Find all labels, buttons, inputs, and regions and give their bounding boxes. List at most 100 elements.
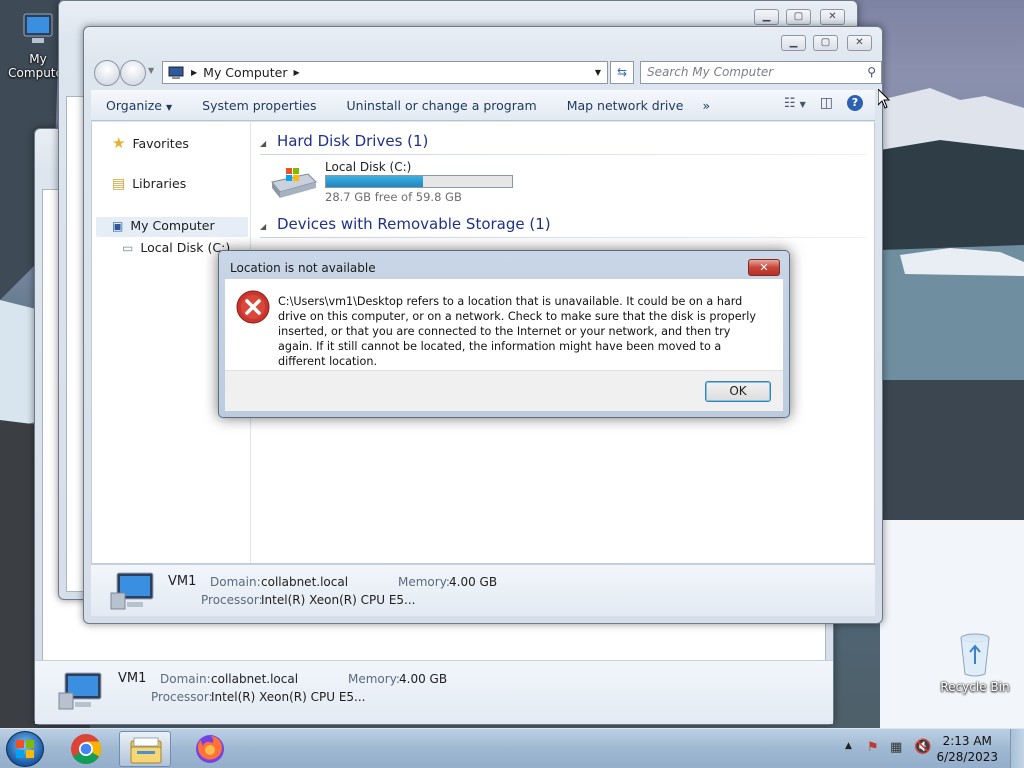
mouse-cursor xyxy=(878,89,890,109)
show-hidden-icons-icon[interactable]: ▲ xyxy=(845,741,852,751)
taskbar-firefox[interactable] xyxy=(184,731,236,767)
maximize-button[interactable]: ▢ xyxy=(786,9,811,25)
error-dialog[interactable]: Location is not available ✕ C:\Users\vm1… xyxy=(218,250,790,418)
error-icon xyxy=(236,290,270,324)
windows-logo-icon xyxy=(16,740,34,758)
dialog-close-button[interactable]: ✕ xyxy=(748,259,780,276)
hard-drive-icon: ▭ xyxy=(122,241,134,255)
drive-usage-bar xyxy=(325,175,513,188)
memory-label: Memory: xyxy=(398,575,450,589)
minimize-button[interactable]: ▁ xyxy=(781,35,806,51)
navigation-bar: ▼ ▶ My Computer ▶ ▼ ⇆ Search My Computer… xyxy=(92,60,882,86)
domain-value: collabnet.local xyxy=(211,672,299,686)
minimize-button[interactable]: ▁ xyxy=(754,9,779,25)
computer-icon xyxy=(58,672,102,710)
more-commands-button[interactable]: » xyxy=(698,98,714,113)
forward-button[interactable] xyxy=(120,60,146,86)
firefox-icon xyxy=(196,735,224,763)
libraries-icon: ▤ xyxy=(112,176,126,192)
view-options-icon[interactable]: ☷ ▼ xyxy=(784,96,806,111)
taskbar-explorer[interactable] xyxy=(119,731,171,767)
group-title: Devices with Removable Storage (1) xyxy=(276,215,551,233)
nav-label: Favorites xyxy=(132,136,189,151)
collapse-icon[interactable]: ◢ xyxy=(260,139,266,148)
dialog-body: C:\Users\vm1\Desktop refers to a locatio… xyxy=(225,279,783,370)
memory-value: 4.00 GB xyxy=(449,575,498,589)
drive-name: Local Disk (C:) xyxy=(325,160,412,174)
search-placeholder: Search My Computer xyxy=(647,65,774,79)
help-icon[interactable]: ? xyxy=(847,95,863,111)
nav-item-my-computer[interactable]: ▣ My Computer xyxy=(96,217,248,237)
system-properties-button[interactable]: System properties xyxy=(187,98,331,113)
nav-item-favorites[interactable]: ★ Favorites xyxy=(112,134,189,152)
dialog-title: Location is not available xyxy=(230,261,376,275)
start-button[interactable] xyxy=(6,731,44,767)
hard-drive-icon xyxy=(271,168,317,198)
group-header-hard-disk-drives[interactable]: ◢ Hard Disk Drives (1) xyxy=(260,132,866,155)
drive-item-local-disk[interactable]: Local Disk (C:) 28.7 GB free of 59.8 GB xyxy=(264,158,514,204)
breadcrumb-separator-icon[interactable]: ▶ xyxy=(293,68,299,77)
details-pane: VM1 Domain: collabnet.local Memory: 4.00… xyxy=(91,564,875,616)
group-divider xyxy=(260,154,866,155)
recent-pages-chevron-icon[interactable]: ▼ xyxy=(148,66,154,75)
computer-icon xyxy=(110,572,154,610)
organize-label: Organize xyxy=(106,97,162,113)
processor-value: Intel(R) Xeon(R) CPU E5... xyxy=(211,690,366,704)
domain-value: collabnet.local xyxy=(261,575,349,589)
uninstall-program-button[interactable]: Uninstall or change a program xyxy=(332,98,552,113)
nav-item-libraries[interactable]: ▤ Libraries xyxy=(112,176,186,192)
command-bar: Organize ▼ System properties Uninstall o… xyxy=(91,90,875,121)
volume-muted-icon[interactable]: 🔇 xyxy=(914,739,931,755)
action-center-flag-icon[interactable]: ⚑ xyxy=(867,740,879,755)
breadcrumb-separator-icon[interactable]: ▶ xyxy=(191,68,197,77)
ok-button[interactable]: OK xyxy=(705,381,771,402)
map-network-drive-button[interactable]: Map network drive xyxy=(552,98,699,113)
memory-value: 4.00 GB xyxy=(399,672,448,686)
taskbar: ▲ ⚑ ▦ 🔇 2:13 AM 6/28/2023 xyxy=(0,728,1024,768)
nav-label: Local Disk (C:) xyxy=(140,240,231,255)
refresh-button[interactable]: ⇆ xyxy=(610,61,634,84)
maximize-button[interactable]: ▢ xyxy=(813,35,838,51)
breadcrumb-my-computer[interactable]: My Computer xyxy=(203,65,287,80)
details-pane: VM1 Domain: collabnet.local Memory: 4.00… xyxy=(35,660,833,724)
group-divider xyxy=(260,237,866,238)
back-button[interactable] xyxy=(94,60,120,86)
nav-label: My Computer xyxy=(130,218,215,233)
memory-label: Memory: xyxy=(348,672,400,686)
drive-free-space: 28.7 GB free of 59.8 GB xyxy=(325,190,462,204)
close-icon: ✕ xyxy=(759,261,769,274)
computer-icon xyxy=(23,13,53,43)
star-icon: ★ xyxy=(112,134,126,152)
taskbar-chrome[interactable] xyxy=(60,731,112,767)
chevron-down-icon: ▼ xyxy=(165,102,173,112)
collapse-icon[interactable]: ◢ xyxy=(260,222,266,231)
group-header-removable-storage[interactable]: ◢ Devices with Removable Storage (1) xyxy=(260,215,866,238)
computer-name: VM1 xyxy=(118,671,147,686)
organize-button[interactable]: Organize ▼ xyxy=(91,98,187,113)
refresh-icon: ⇆ xyxy=(616,65,628,79)
show-desktop-button[interactable] xyxy=(1010,729,1024,768)
close-button[interactable]: ✕ xyxy=(847,35,872,51)
preview-pane-icon[interactable]: ◫ xyxy=(820,95,833,111)
address-bar[interactable]: ▶ My Computer ▶ ▼ xyxy=(162,61,608,84)
search-icon[interactable]: ⚲ xyxy=(867,62,876,83)
address-dropdown-icon[interactable]: ▼ xyxy=(595,68,601,77)
explorer-icon xyxy=(130,737,162,764)
group-title: Hard Disk Drives (1) xyxy=(276,132,429,150)
computer-icon: ▣ xyxy=(112,219,124,233)
dialog-message: C:\Users\vm1\Desktop refers to a locatio… xyxy=(278,295,756,368)
computer-name: VM1 xyxy=(168,574,197,589)
recycle-bin-icon xyxy=(960,633,990,677)
dialog-footer: OK xyxy=(225,370,783,411)
processor-label: Processor: xyxy=(151,690,213,704)
clock-date: 6/28/2023 xyxy=(936,750,998,764)
nav-label: Libraries xyxy=(132,176,187,191)
close-button[interactable]: ✕ xyxy=(820,9,845,25)
search-input[interactable]: Search My Computer ⚲ xyxy=(640,61,882,84)
network-icon[interactable]: ▦ xyxy=(890,740,902,755)
desktop-icon-recycle-bin[interactable]: Recycle Bin xyxy=(935,632,1015,694)
system-clock[interactable]: 2:13 AM 6/28/2023 xyxy=(936,733,998,765)
desktop-icon-label: Recycle Bin xyxy=(940,680,1010,694)
domain-label: Domain: xyxy=(210,575,261,589)
nav-item-local-disk[interactable]: ▭ Local Disk (C:) xyxy=(122,240,230,255)
